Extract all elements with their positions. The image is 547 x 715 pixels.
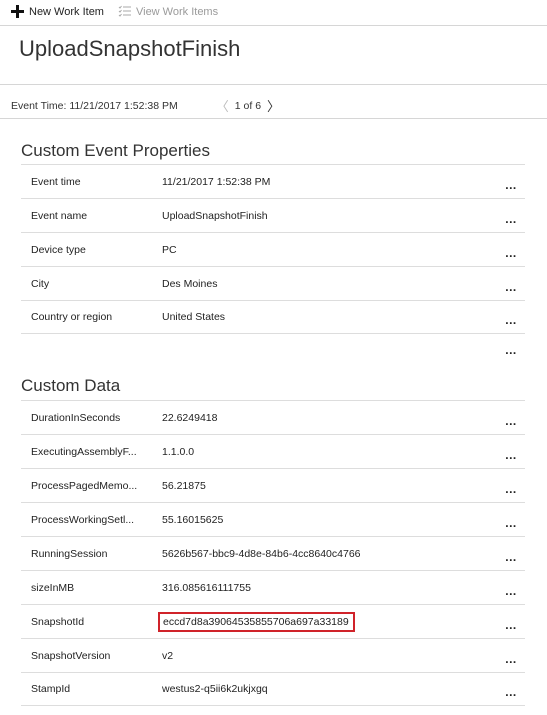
property-value: 5626b567-bbc9-4d8e-84b6-4cc8640c4766	[162, 548, 499, 560]
custom-event-properties-table: Event time 11/21/2017 1:52:38 PM... Event …	[21, 164, 525, 334]
property-value-text: PC	[162, 243, 177, 256]
property-name: DurationInSeconds	[31, 411, 121, 424]
property-value-text: v2	[162, 649, 174, 662]
property-value-text: 55.16015625	[162, 513, 224, 526]
property-value: 11/21/2017 1:52:38 PM	[162, 176, 499, 188]
more-options-icon[interactable]: ...	[499, 482, 523, 496]
table-row: StampId westus2-q5ii6k2ukjxgq...	[21, 672, 525, 706]
more-options-icon[interactable]: ...	[499, 448, 523, 462]
checklist-icon	[118, 5, 131, 18]
more-options-icon[interactable]: ...	[499, 178, 523, 192]
event-bar-divider	[0, 118, 547, 119]
more-options-icon[interactable]: ...	[499, 246, 523, 260]
property-value-text: 316.085616111755	[162, 581, 251, 594]
custom-event-properties-title: Custom Event Properties	[21, 141, 210, 160]
property-value: PC	[162, 244, 499, 256]
more-options-icon[interactable]: ...	[499, 313, 523, 327]
table-row: ProcessWorkingSetl... 55.16015625...	[21, 502, 525, 536]
table-row: Event time 11/21/2017 1:52:38 PM...	[21, 164, 525, 198]
more-options-icon[interactable]: ...	[499, 516, 523, 530]
pager-text: 1 of 6	[234, 99, 262, 112]
property-value: westus2-q5ii6k2ukjxgq	[162, 683, 499, 695]
property-value: eccd7d8a39064535855706a697a33189	[158, 611, 499, 632]
new-work-item-label: New Work Item	[29, 5, 104, 18]
next-event-button[interactable]: 〉	[261, 96, 286, 115]
toolbar: New Work Item View Work Items	[0, 0, 547, 23]
table-row: SnapshotId eccd7d8a39064535855706a697a331…	[21, 604, 525, 638]
more-options-icon[interactable]: ...	[499, 550, 523, 564]
property-name: City	[31, 277, 50, 290]
property-value: 22.6249418	[162, 412, 499, 424]
table-row: ExecutingAssemblyF... 1.1.0.0...	[21, 434, 525, 468]
more-options-icon[interactable]: ...	[499, 652, 523, 666]
table-row: ProcessPagedMemo... 56.21875...	[21, 468, 525, 502]
more-options-icon[interactable]: ...	[499, 618, 523, 632]
new-work-item-button[interactable]: New Work Item	[11, 5, 104, 18]
property-name: ProcessWorkingSetl...	[31, 513, 135, 526]
table-row: City Des Moines...	[21, 266, 525, 300]
table-row: sizeInMB 316.085616111755...	[21, 570, 525, 604]
property-value: 56.21875	[162, 480, 499, 492]
event-pager: 〈 1 of 6 〉	[210, 96, 286, 115]
property-name: SnapshotVersion	[31, 649, 111, 662]
custom-data-title: Custom Data	[21, 376, 121, 395]
work-item-event-panel: New Work Item View Work Items UploadSnap…	[0, 0, 547, 715]
property-name: Country or region	[31, 311, 113, 323]
property-name: RunningSession	[31, 547, 108, 560]
property-value-text: UploadSnapshotFinish	[162, 209, 268, 222]
property-value: United States	[162, 311, 499, 323]
property-value-text: 1.1.0.0	[162, 445, 195, 458]
property-value: 316.085616111755	[162, 582, 499, 594]
table-row: Device type PC...	[21, 232, 525, 266]
property-value-text: 22.6249418	[162, 411, 218, 424]
property-name: StampId	[31, 683, 71, 695]
property-name: Event name	[31, 209, 88, 222]
custom-data-table: DurationInSeconds 22.6249418... ExecutingA…	[21, 400, 525, 706]
view-work-items-label: View Work Items	[135, 5, 219, 18]
previous-event-button[interactable]: 〈	[210, 96, 235, 115]
more-options-icon[interactable]: ...	[499, 584, 523, 598]
snapshot-id-highlight: eccd7d8a39064535855706a697a33189	[158, 611, 355, 632]
table-row: Event name UploadSnapshotFinish...	[21, 198, 525, 232]
property-name: ExecutingAssemblyF...	[31, 445, 137, 458]
property-value-text: 5626b567-bbc9-4d8e-84b6-4cc8640c4766	[162, 547, 361, 560]
more-options-icon[interactable]: ...	[499, 280, 523, 294]
property-name: ProcessPagedMemo...	[31, 479, 138, 492]
plus-icon	[11, 5, 24, 18]
view-work-items-button[interactable]: View Work Items	[118, 5, 218, 18]
property-value: v2	[162, 650, 499, 662]
event-time-label: Event Time: 11/21/2017 1:52:38 PM	[11, 99, 178, 112]
property-value: 1.1.0.0	[162, 446, 499, 458]
page-title: UploadSnapshotFinish	[19, 36, 241, 61]
property-value-text: Des Moines	[162, 277, 218, 290]
table-row: DurationInSeconds 22.6249418...	[21, 400, 525, 434]
more-options-icon[interactable]: ...	[499, 414, 523, 428]
property-name: sizeInMB	[31, 581, 75, 594]
property-name: SnapshotId	[31, 615, 85, 628]
event-bar: Event Time: 11/21/2017 1:52:38 PM 〈 1 of…	[11, 96, 541, 115]
more-options-icon[interactable]: ...	[499, 212, 523, 226]
property-value-text: 56.21875	[162, 479, 206, 492]
property-value-text: 11/21/2017 1:52:38 PM	[162, 175, 271, 188]
table-row: Country or region United States...	[21, 300, 525, 334]
property-name: Event time	[31, 175, 81, 188]
toolbar-divider	[0, 25, 547, 26]
more-options-icon[interactable]: ...	[499, 685, 523, 699]
property-value-text: United States	[162, 311, 226, 323]
property-value: Des Moines	[162, 278, 499, 290]
property-name: Device type	[31, 243, 86, 256]
property-value: 55.16015625	[162, 514, 499, 526]
property-value-text: westus2-q5ii6k2ukjxgq	[162, 683, 268, 695]
title-divider	[0, 84, 547, 85]
table-row: RunningSession 5626b567-bbc9-4d8e-84b6-4c…	[21, 536, 525, 570]
property-value: UploadSnapshotFinish	[162, 210, 499, 222]
table-row: SnapshotVersion v2...	[21, 638, 525, 672]
more-options-icon[interactable]: ...	[499, 343, 523, 357]
